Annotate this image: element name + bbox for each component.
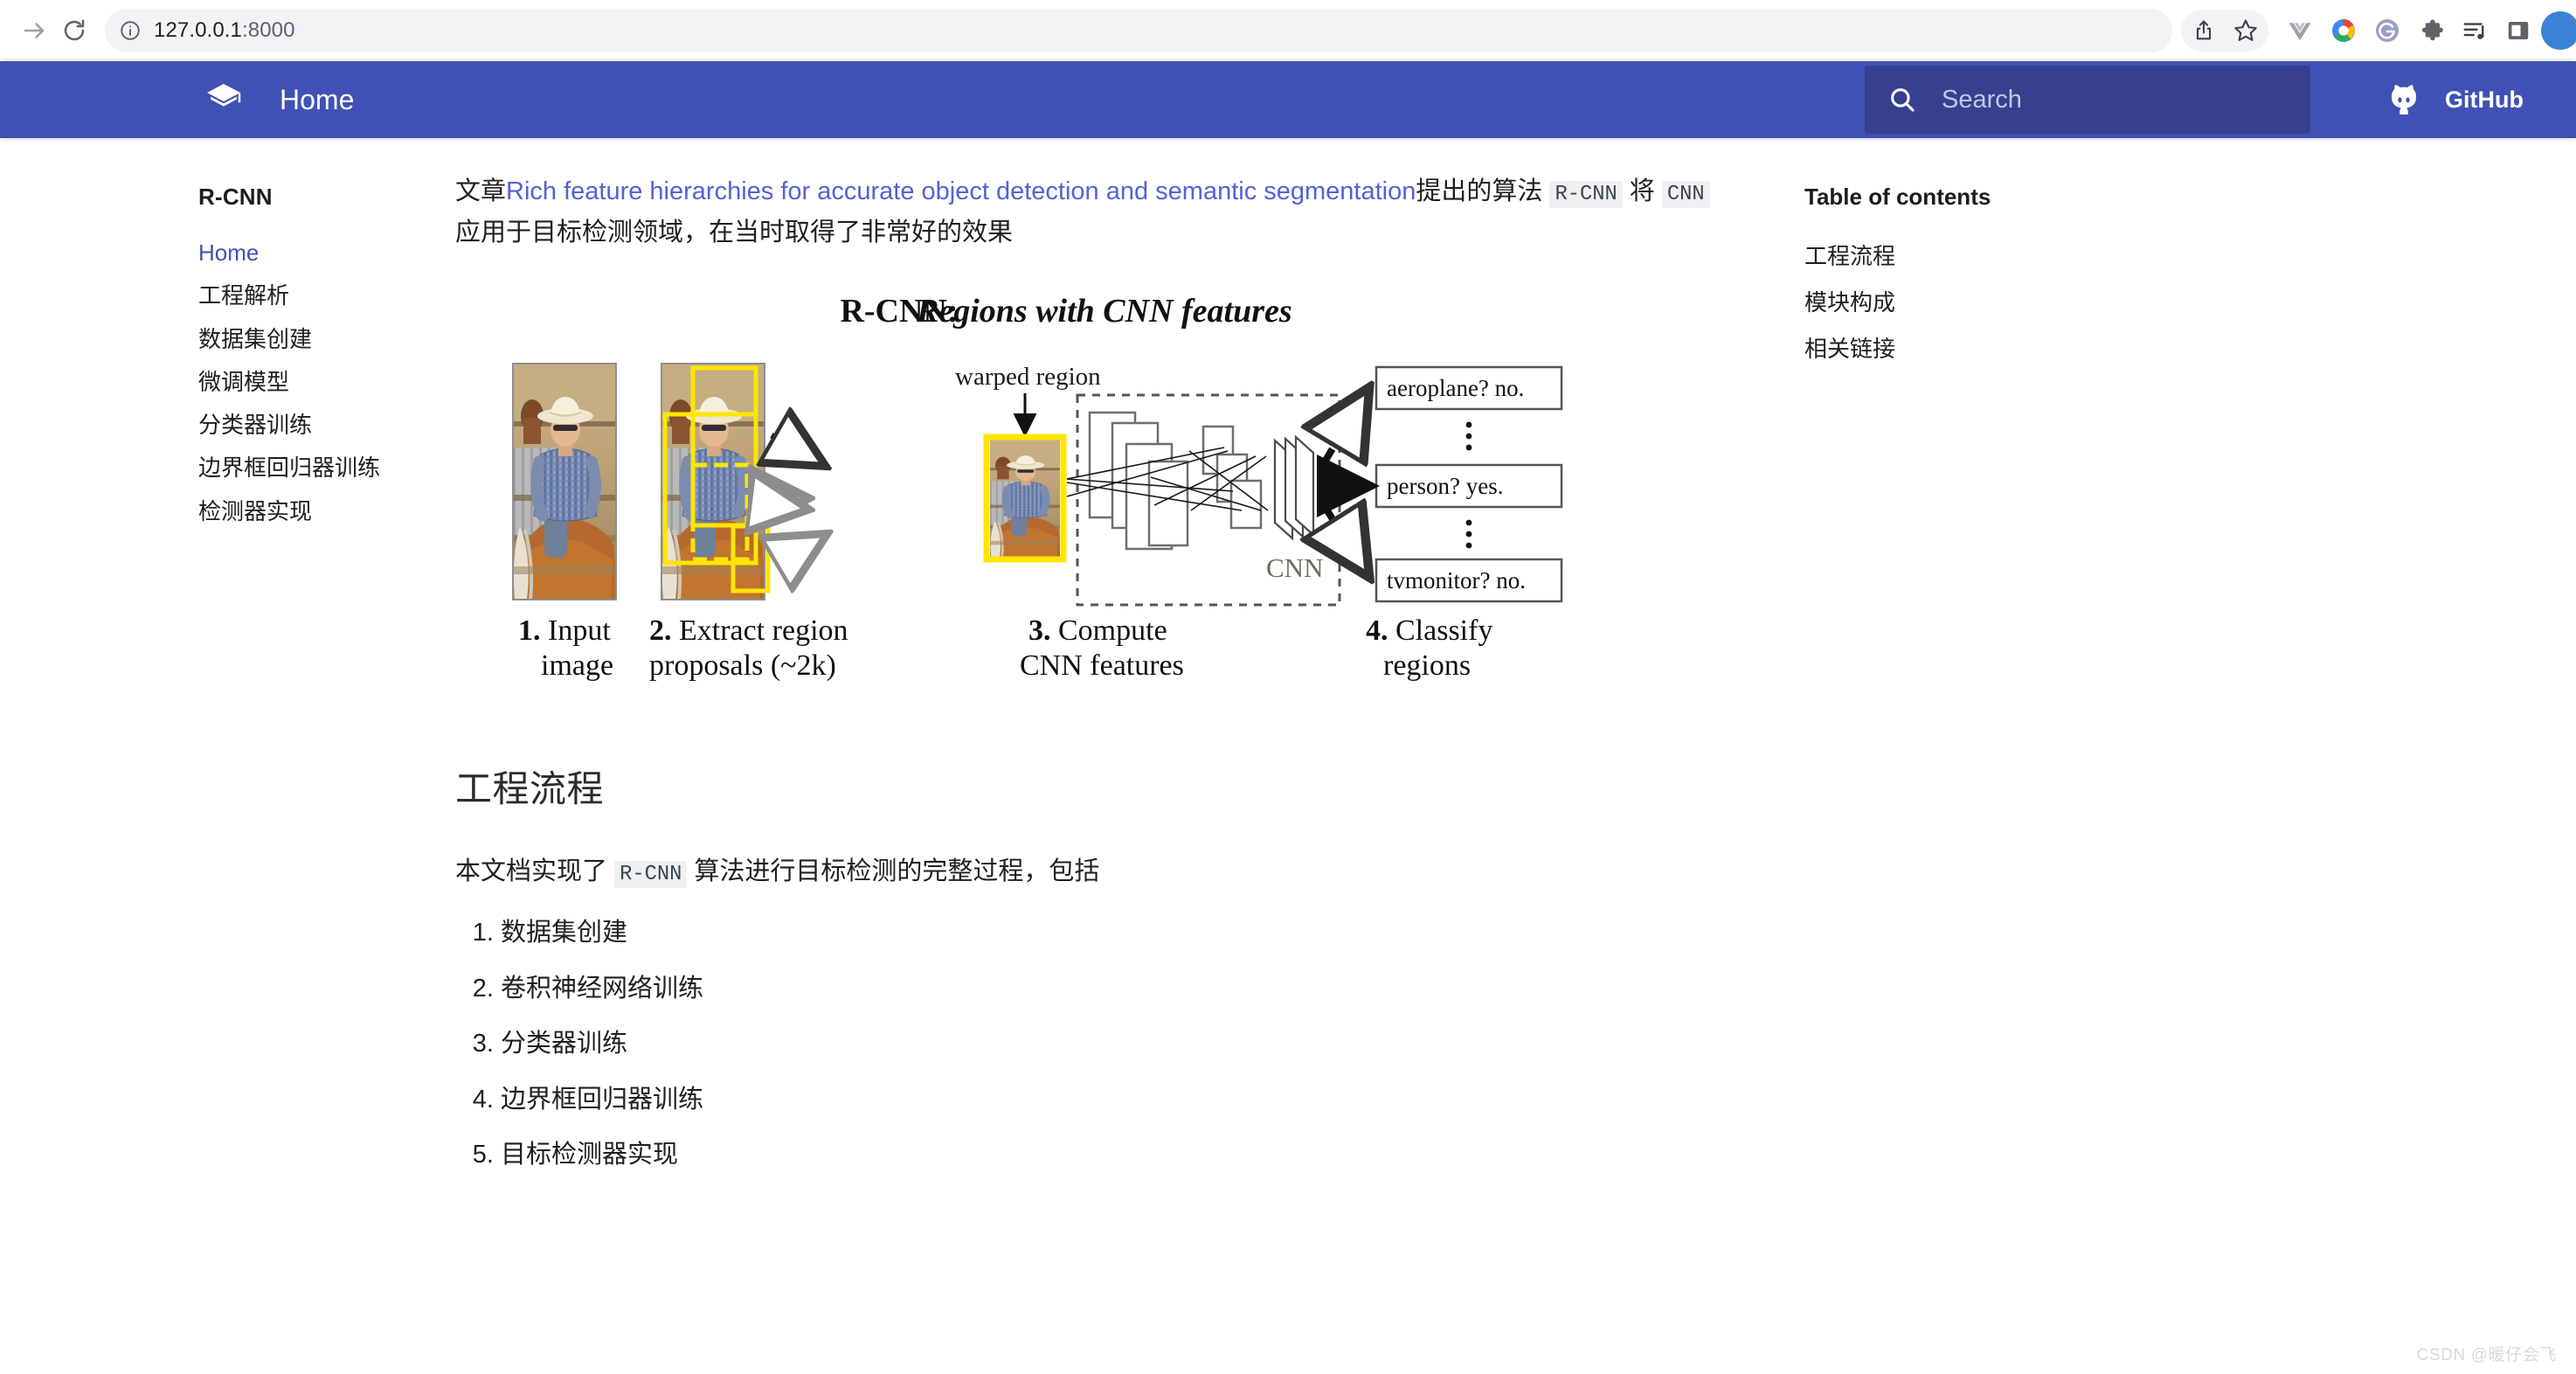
playlist-icon[interactable]	[2454, 10, 2496, 52]
address-actions-group	[2181, 10, 2268, 52]
figure-title-italic: Regions with CNN features	[916, 293, 1292, 330]
forward-arrow-icon[interactable]	[14, 10, 54, 51]
page-title: Home	[280, 83, 355, 115]
github-label: GitHub	[2445, 86, 2524, 113]
intro-middle2: 将	[1622, 177, 1662, 205]
github-icon	[2386, 81, 2422, 118]
profile-avatar[interactable]	[2541, 11, 2576, 50]
toc-title: Table of contents	[1804, 184, 1991, 210]
intro-prefix: 文章	[455, 177, 507, 205]
svg-text:4. Classify: 4. Classify	[1366, 614, 1492, 647]
toc-item-links[interactable]: 相关链接	[1804, 324, 2136, 371]
main-content: 文章Rich feature hierarchies for accurate …	[406, 138, 1769, 1193]
intro-middle: 提出的算法	[1416, 177, 1550, 205]
code-rcnn-2: R-CNN	[614, 860, 688, 888]
reload-icon[interactable]	[54, 10, 94, 51]
figure-classify-boxes: aeroplane? no. person? yes. tvmonitor? n…	[1324, 365, 1563, 603]
section-para-suffix: 算法进行目标检测的完整过程，包括	[687, 857, 1100, 885]
csdn-watermark: CSDN @暖仔会飞	[2416, 1346, 2557, 1364]
paper-link[interactable]: Rich feature hierarchies for accurate ob…	[506, 177, 1416, 205]
vuejs-extension-icon[interactable]	[2279, 10, 2321, 52]
share-icon[interactable]	[2183, 10, 2225, 52]
figure-class-tvmonitor: tvmonitor? no.	[1387, 567, 1526, 593]
url-text: 127.0.0.1:8000	[154, 18, 295, 43]
toc-item-workflow[interactable]: 工程流程	[1804, 232, 2136, 278]
rcnn-pipeline-figure: R-CNN: Regions with CNN features warped …	[455, 275, 1644, 691]
section-para-prefix: 本文档实现了	[455, 857, 615, 885]
figure-region-proposals	[661, 362, 771, 600]
svg-text:regions: regions	[1383, 649, 1471, 682]
figure-warped-label: warped region	[955, 363, 1101, 391]
list-item: 卷积神经网络训练	[501, 971, 1735, 1007]
table-of-contents: Table of contents 工程流程 模块构成 相关链接	[1769, 138, 2136, 371]
workflow-steps-list: 数据集创建 卷积神经网络训练 分类器训练 边界框回归器训练 目标检测器实现	[455, 915, 1735, 1173]
intro-suffix: 应用于目标检测领域，在当时取得了非常好的效果	[455, 218, 1014, 246]
sidebar-item-home[interactable]: Home	[198, 232, 406, 274]
browser-chrome: 127.0.0.1:8000	[0, 0, 2576, 61]
code-cnn: CNN	[1661, 181, 1710, 208]
figure-class-aeroplane: aeroplane? no.	[1387, 375, 1524, 401]
bookmark-star-icon[interactable]	[2225, 10, 2267, 52]
puzzle-extensions-icon[interactable]	[2410, 10, 2452, 52]
svg-text:image: image	[541, 649, 613, 682]
side-panel-icon[interactable]	[2497, 10, 2539, 52]
primary-sidebar: R-CNN Home 工程解析 数据集创建 微调模型 分类器训练 边界框回归器训…	[0, 138, 406, 533]
sidebar-item-classifier-training[interactable]: 分类器训练	[198, 404, 406, 447]
grammarly-extension-icon[interactable]	[2366, 10, 2408, 52]
figure-cnn-label: CNN	[1266, 552, 1323, 583]
color-circle-extension-icon[interactable]	[2323, 10, 2365, 52]
figure-input-image	[512, 362, 617, 600]
search-input[interactable]	[1940, 84, 2289, 115]
url-port: :8000	[242, 18, 295, 42]
intro-paragraph: 文章Rich feature hierarchies for accurate …	[455, 171, 1735, 253]
figure-warped-region	[983, 434, 1067, 563]
search-icon	[1887, 85, 1917, 114]
sidebar-item-finetune-model[interactable]: 微调模型	[198, 361, 406, 404]
svg-text:1. Input: 1. Input	[518, 614, 611, 647]
section-heading-workflow: 工程流程	[455, 767, 605, 809]
url-host: 127.0.0.1	[154, 18, 242, 42]
toc-item-modules[interactable]: 模块构成	[1804, 278, 2136, 324]
svg-text:CNN features: CNN features	[1020, 649, 1184, 682]
section-paragraph: 本文档实现了 R-CNN 算法进行目标检测的完整过程，包括	[455, 851, 1735, 892]
sidebar-item-dataset-creation[interactable]: 数据集创建	[198, 318, 406, 361]
chrome-actions	[2181, 10, 2576, 52]
mkdocs-material-logo[interactable]	[203, 79, 245, 121]
figure-class-person: person? yes.	[1387, 473, 1503, 499]
list-item: 目标检测器实现	[501, 1137, 1735, 1173]
site-info-icon[interactable]	[119, 19, 142, 42]
code-rcnn: R-CNN	[1549, 181, 1623, 208]
sidebar-item-detector-implementation[interactable]: 检测器实现	[198, 490, 406, 533]
list-item: 分类器训练	[501, 1026, 1735, 1062]
svg-text:3. Compute: 3. Compute	[1028, 614, 1167, 647]
address-bar[interactable]: 127.0.0.1:8000	[105, 9, 2172, 52]
site-header: Home GitHub	[0, 61, 2576, 138]
list-item: 边界框回归器训练	[501, 1082, 1735, 1118]
svg-text:2. Extract region: 2. Extract region	[649, 614, 848, 647]
svg-text:proposals (~2k): proposals (~2k)	[649, 649, 836, 682]
github-repo-link[interactable]: GitHub	[2386, 81, 2524, 118]
search-box[interactable]	[1865, 66, 2311, 134]
sidebar-item-project-analysis[interactable]: 工程解析	[198, 274, 406, 317]
list-item: 数据集创建	[501, 915, 1735, 951]
sidebar-item-bbox-regressor-training[interactable]: 边界框回归器训练	[198, 447, 406, 489]
sidebar-title: R-CNN	[198, 184, 273, 210]
page-body: R-CNN Home 工程解析 数据集创建 微调模型 分类器训练 边界框回归器训…	[0, 138, 2576, 1374]
